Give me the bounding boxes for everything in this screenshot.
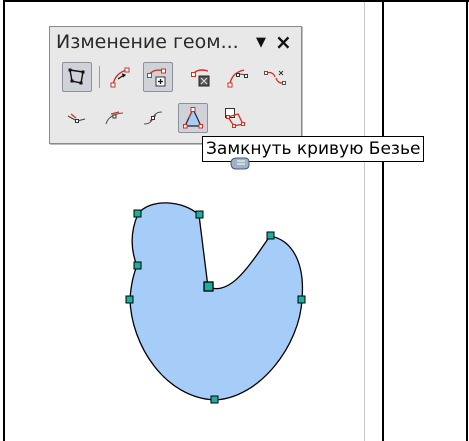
toolbar-menu-arrow-icon[interactable]: ▼ <box>256 35 266 50</box>
hand-cursor-icon <box>230 157 250 170</box>
edit-points-toolbar: Изменение геом... ▼ × <box>49 26 302 144</box>
toolbar-title: Изменение геом... <box>56 31 239 53</box>
bezier-shape-path[interactable] <box>129 202 304 401</box>
split-curve-button[interactable] <box>260 62 290 92</box>
document-canvas: Изменение геом... ▼ × Замкнуть кривую Бе… <box>0 0 469 441</box>
delete-points-icon <box>191 69 210 87</box>
eliminate-points-icon <box>225 108 245 128</box>
smooth-transition-icon <box>105 111 124 125</box>
handle-point[interactable] <box>125 295 134 304</box>
handle-point[interactable] <box>297 295 306 304</box>
handle-point[interactable] <box>133 261 142 270</box>
corner-point-button[interactable] <box>62 103 92 133</box>
move-points-icon <box>110 67 130 88</box>
close-bezier-button[interactable] <box>178 103 208 133</box>
points-icon <box>68 68 85 85</box>
handle-point[interactable] <box>266 231 275 240</box>
delete-points-button[interactable] <box>187 62 217 92</box>
eliminate-points-button[interactable] <box>220 103 250 133</box>
smooth-transition-button[interactable] <box>100 103 130 133</box>
corner-point-icon <box>67 113 86 123</box>
convert-to-curve-button[interactable] <box>223 62 253 92</box>
move-points-button[interactable] <box>106 62 136 92</box>
handle-point[interactable] <box>195 210 204 219</box>
points-button[interactable] <box>62 62 92 92</box>
handle-point[interactable] <box>133 209 142 218</box>
toolbar-separator <box>99 66 100 88</box>
convert-to-curve-icon <box>227 69 248 88</box>
handle-point[interactable] <box>210 395 219 404</box>
handle-point-selected[interactable] <box>203 281 214 292</box>
symmetric-transition-button[interactable] <box>138 103 168 133</box>
close-bezier-icon <box>183 107 203 129</box>
insert-points-button[interactable] <box>143 62 173 92</box>
split-curve-icon <box>264 70 286 85</box>
toolbar-close-icon[interactable]: × <box>275 30 292 54</box>
toolbar-titlebar[interactable]: Изменение геом... ▼ × <box>50 27 301 60</box>
symmetric-transition-icon <box>143 111 163 125</box>
insert-points-icon <box>147 68 166 87</box>
